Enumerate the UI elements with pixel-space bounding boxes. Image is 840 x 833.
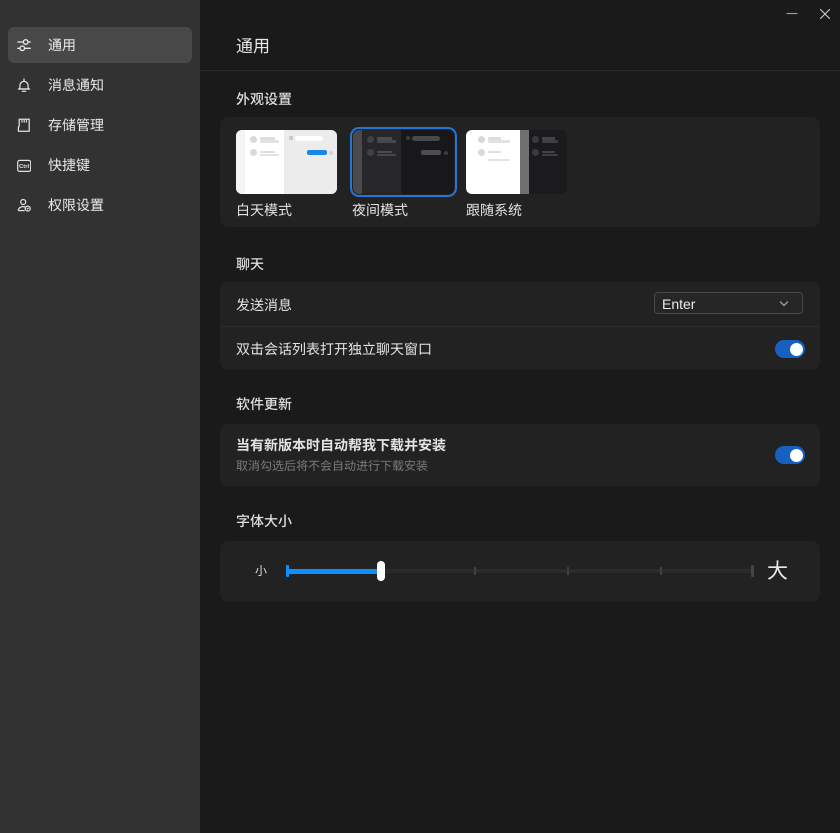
svg-text:Ctrl: Ctrl — [19, 164, 29, 170]
